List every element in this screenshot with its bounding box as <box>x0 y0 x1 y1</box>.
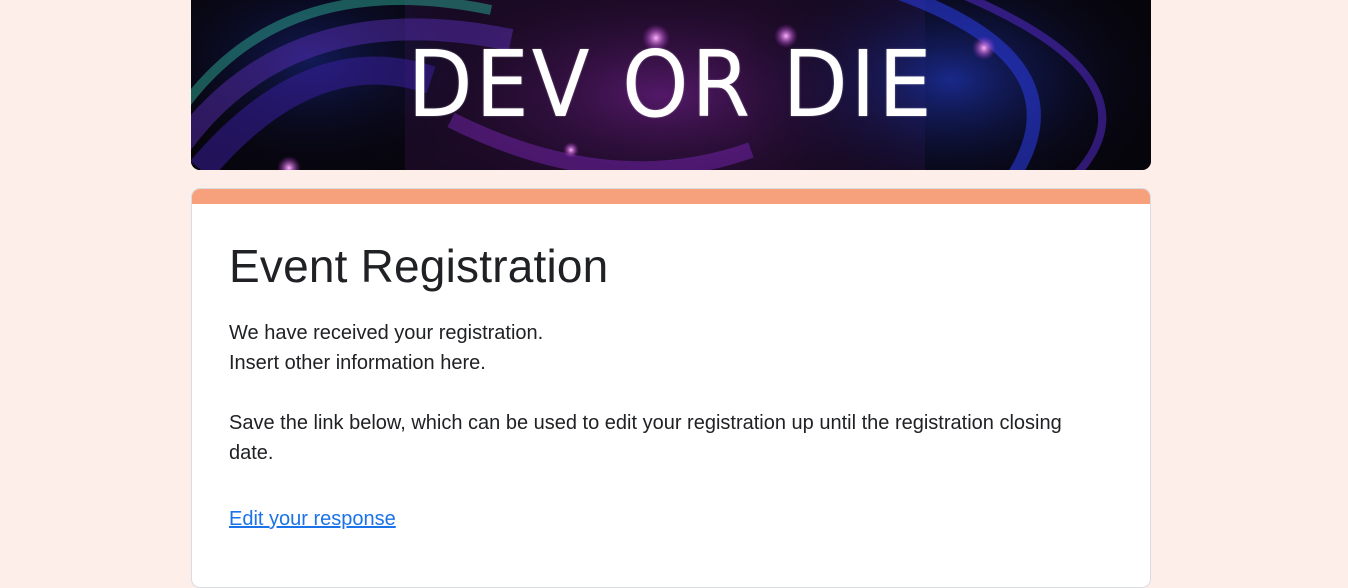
confirmation-line: Insert other information here. <box>229 352 486 374</box>
banner-title: DEV OR DIE <box>407 31 935 138</box>
form-title: Event Registration <box>229 240 609 292</box>
header-banner: DEV OR DIE <box>191 0 1151 170</box>
confirmation-message: We have received your registration. Inse… <box>229 318 1089 468</box>
card-accent-bar <box>192 189 1150 204</box>
edit-response-link[interactable]: Edit your response <box>229 505 396 533</box>
confirmation-line: Save the link below, which can be used t… <box>229 412 1062 464</box>
card-body: Event Registration We have received your… <box>192 204 1150 533</box>
confirmation-line: We have received your registration. <box>229 322 544 344</box>
form-card: Event Registration We have received your… <box>191 188 1151 588</box>
